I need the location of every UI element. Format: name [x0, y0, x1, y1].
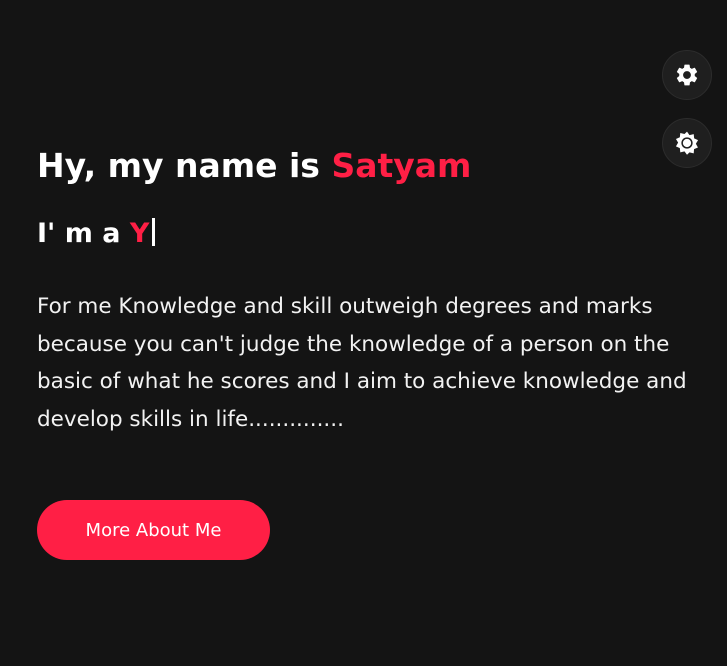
typing-prefix: I' m a: [37, 218, 130, 249]
theme-toggle-button[interactable]: [662, 118, 712, 168]
sun-icon: [674, 130, 700, 156]
hero-title: Hy, my name is Satyam: [37, 146, 471, 185]
typing-cursor: [152, 218, 156, 246]
hero-name: Satyam: [331, 146, 472, 185]
more-about-me-button[interactable]: More About Me: [37, 500, 270, 560]
greeting-text: Hy, my name is: [37, 146, 332, 185]
bio-paragraph: For me Knowledge and skill outweigh degr…: [37, 294, 687, 432]
typed-text: Y: [129, 218, 150, 249]
gear-icon: [674, 62, 700, 88]
settings-button[interactable]: [662, 50, 712, 100]
typing-line: I' m a Y: [37, 218, 156, 249]
